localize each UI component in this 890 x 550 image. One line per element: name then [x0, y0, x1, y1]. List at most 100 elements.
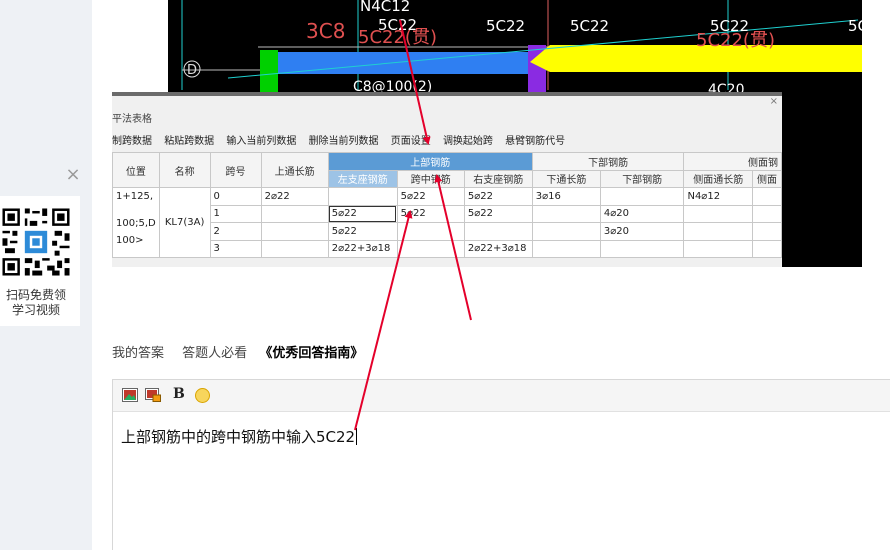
- cell-position[interactable]: 1+125, 100;5,D 100>: [112, 187, 160, 258]
- cell-side2[interactable]: [752, 222, 782, 241]
- menu-swap-start[interactable]: 调换起始跨: [443, 136, 493, 147]
- col-header-top-rebar: 上部钢筋: [327, 152, 533, 171]
- cad-label-c5: 5C: [848, 17, 862, 35]
- qr-promo-card[interactable]: 扫码免费领 学习视频: [0, 196, 80, 326]
- cell-top-through[interactable]: 2⌀22: [260, 187, 329, 206]
- text-caret: [356, 428, 358, 445]
- cell-side-through[interactable]: [683, 222, 754, 241]
- cad-axis-label: D: [187, 63, 197, 78]
- table-row: 1+125, 100;5,D 100> KL7(3A) 0 2⌀22 5⌀22 …: [112, 187, 782, 258]
- cell-side2[interactable]: [752, 239, 782, 258]
- col-header-position: 位置: [112, 152, 160, 188]
- left-sidebar: × 扫码免费领 学习视频: [0, 0, 92, 550]
- cell-left-support[interactable]: 2⌀22+3⌀18: [327, 239, 398, 258]
- cell-side-through[interactable]: [683, 204, 754, 223]
- image-icon[interactable]: [122, 388, 138, 402]
- cell-right-support[interactable]: [463, 222, 533, 241]
- editor-toolbar: B: [113, 380, 890, 412]
- close-icon[interactable]: ×: [64, 166, 82, 184]
- qr-code-icon: [0, 206, 72, 278]
- cell-top-through[interactable]: [260, 239, 329, 258]
- position-line: 100;5,D: [116, 217, 156, 229]
- cell-side2[interactable]: [752, 187, 782, 206]
- menu-cantilever-code[interactable]: 悬臂钢筋代号: [505, 136, 565, 147]
- col-header-span: 跨号: [209, 152, 262, 188]
- qr-caption-line1: 扫码免费领: [5, 288, 66, 302]
- dialog-title: 平法表格: [112, 114, 152, 125]
- answer-editor: B 上部钢筋中的跨中钢筋中输入5C22: [112, 379, 890, 550]
- cell-span[interactable]: 3: [209, 239, 262, 258]
- tab-must-read[interactable]: 答题人必看: [182, 346, 247, 361]
- upload-image-icon[interactable]: [145, 388, 161, 402]
- position-line: 1+125,: [116, 191, 154, 202]
- menu-paste-span[interactable]: 粘贴跨数据: [164, 136, 214, 147]
- cell-span[interactable]: 2: [209, 222, 262, 241]
- col-header-side2: 侧面: [752, 169, 782, 188]
- bold-button[interactable]: B: [173, 386, 185, 402]
- cell-bottom-through[interactable]: 3⌀16: [531, 187, 601, 206]
- cell-right-support[interactable]: 5⌀22: [463, 187, 533, 206]
- cell-bottom-through[interactable]: [531, 222, 601, 241]
- tab-my-answer[interactable]: 我的答案: [112, 346, 164, 361]
- qr-caption: 扫码免费领 学习视频: [0, 288, 72, 318]
- link-answer-guide[interactable]: 《优秀回答指南》: [259, 346, 363, 361]
- answer-tabs: 我的答案 答题人必看 《优秀回答指南》: [112, 342, 377, 361]
- cad-label-top: N4C12: [360, 0, 410, 15]
- cell-beam-name[interactable]: KL7(3A): [158, 187, 211, 258]
- cad-label-red: 3C8: [306, 19, 345, 43]
- cell-span[interactable]: 0: [209, 187, 262, 206]
- cell-bottom[interactable]: 3⌀20: [599, 222, 685, 241]
- cell-span[interactable]: 1: [209, 204, 262, 223]
- col-header-bottom: 下部钢筋: [599, 169, 685, 188]
- col-header-mid-span: 跨中钢筋: [396, 169, 465, 188]
- cell-left-support[interactable]: [327, 187, 398, 206]
- cell-bottom[interactable]: [599, 239, 685, 258]
- dialog-close-icon[interactable]: ×: [770, 96, 778, 107]
- col-header-side-through: 侧面通长筋: [683, 169, 754, 188]
- cell-right-support[interactable]: 5⌀22: [463, 204, 533, 223]
- cad-label-c2: 5C22: [486, 17, 525, 35]
- cell-mid-span[interactable]: 5⌀22: [396, 204, 465, 223]
- table-row: 3 2⌀22+3⌀18 2⌀22+3⌀18: [113, 239, 782, 258]
- cad-label-c6: 5C22(贯): [696, 30, 775, 51]
- menu-delete-column[interactable]: 删除当前列数据: [309, 136, 379, 147]
- cad-column-green: [260, 50, 278, 92]
- cell-side-through[interactable]: [683, 239, 754, 258]
- cell-bottom[interactable]: [599, 187, 685, 206]
- cad-label-c3: 5C22: [570, 17, 609, 35]
- menu-copy-span[interactable]: 制跨数据: [112, 136, 152, 147]
- menu-input-column[interactable]: 输入当前列数据: [226, 136, 296, 147]
- col-header-bottom-rebar: 下部钢筋: [531, 152, 685, 171]
- table-row: 2 5⌀22 3⌀20: [113, 222, 782, 241]
- cell-mid-span[interactable]: [396, 222, 465, 241]
- cell-right-support[interactable]: 2⌀22+3⌀18: [463, 239, 533, 258]
- cell-mid-span[interactable]: 5⌀22: [396, 187, 465, 206]
- cell-top-through[interactable]: [260, 204, 329, 223]
- emoji-icon[interactable]: [195, 388, 210, 403]
- col-header-top-through: 上通长筋: [260, 152, 329, 188]
- rebar-table: 位置 名称 跨号 上通长筋 上部钢筋 下部钢筋 侧面钢 左支座钢筋 跨中钢筋 右…: [112, 152, 782, 258]
- cell-bottom-through[interactable]: [531, 239, 601, 258]
- qr-caption-line2: 学习视频: [11, 303, 60, 317]
- menu-page-setup[interactable]: 页面设置: [391, 136, 431, 147]
- cell-mid-span[interactable]: [396, 239, 465, 258]
- table-row: 1 5⌀22 5⌀22 5⌀22 4⌀20: [113, 204, 782, 223]
- cell-left-support[interactable]: 5⌀22: [327, 222, 398, 241]
- position-line: 100>: [116, 235, 144, 246]
- col-header-right-support: 右支座钢筋: [463, 169, 533, 188]
- cell-side2[interactable]: [752, 204, 782, 223]
- cell-bottom[interactable]: 4⌀20: [599, 204, 685, 223]
- editor-content[interactable]: 上部钢筋中的跨中钢筋中输入5C22: [121, 426, 358, 447]
- col-header-name: 名称: [158, 152, 211, 188]
- dialog-toolbar: 制跨数据 粘贴跨数据 输入当前列数据 删除当前列数据 页面设置 调换起始跨 悬臂…: [112, 132, 574, 147]
- pingfa-table-dialog: 平法表格 × 制跨数据 粘贴跨数据 输入当前列数据 删除当前列数据 页面设置 调…: [112, 92, 782, 267]
- cad-label-c1: 5C22: [378, 16, 417, 34]
- cell-top-through[interactable]: [260, 222, 329, 241]
- answer-text: 上部钢筋中的跨中钢筋中输入5C22: [121, 428, 356, 446]
- col-header-left-support: 左支座钢筋: [327, 169, 398, 188]
- cell-bottom-through[interactable]: [531, 204, 601, 223]
- col-header-bottom-through: 下通长筋: [531, 169, 601, 188]
- cell-left-support-selected[interactable]: 5⌀22: [327, 204, 398, 223]
- col-header-side-rebar: 侧面钢: [683, 152, 782, 171]
- cell-side-through[interactable]: N4⌀12: [683, 187, 754, 206]
